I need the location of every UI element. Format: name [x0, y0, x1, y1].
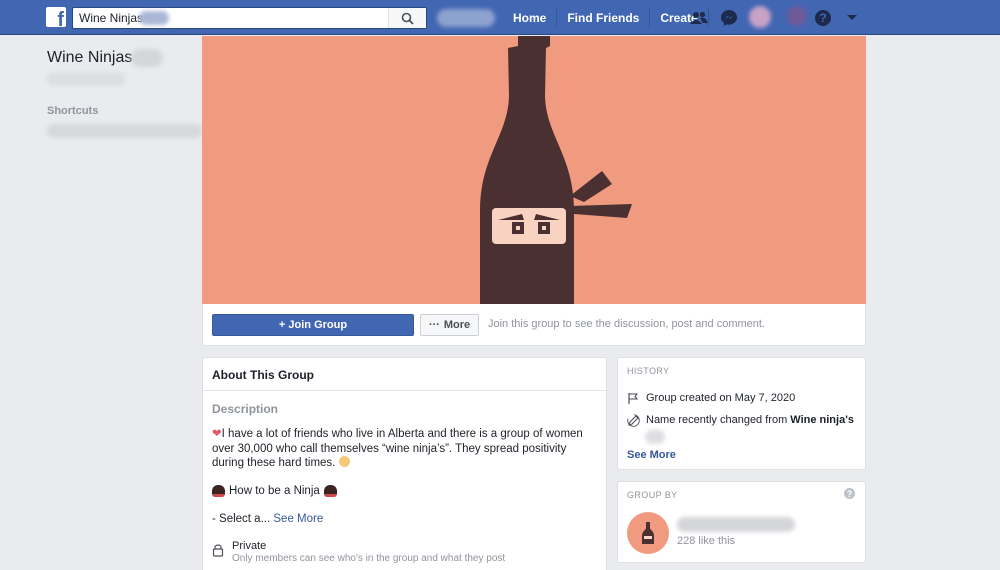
- history-created-row: Group created on May 7, 2020: [627, 392, 795, 405]
- nav-home[interactable]: Home: [503, 0, 556, 35]
- search-icon: [401, 12, 414, 25]
- history-renamed-row: Name recently changed from Wine ninja's: [627, 414, 854, 427]
- redacted-text: [645, 430, 665, 444]
- wine-bottle-icon: [642, 522, 654, 544]
- history-card: HISTORY Group created on May 7, 2020 Nam…: [617, 357, 866, 470]
- ellipsis-icon: ···: [428, 319, 440, 331]
- likes-count: 228 like this: [677, 535, 736, 547]
- ninja-emoji-icon: [323, 485, 337, 497]
- person-emoji-icon: [338, 456, 350, 467]
- notifications-redacted[interactable]: [749, 6, 771, 28]
- flag-icon: [628, 393, 639, 404]
- redacted-text: [139, 11, 169, 25]
- cover-photo: [202, 36, 866, 304]
- search-input[interactable]: [79, 10, 379, 26]
- description-text: ❤I have a lot of friends who live in Alb…: [212, 427, 597, 471]
- search-button[interactable]: [388, 8, 426, 28]
- friends-icon[interactable]: [689, 8, 709, 28]
- more-label: More: [443, 319, 471, 331]
- group-name-text: Wine Ninjas: [47, 49, 133, 66]
- pencil-icon: [627, 414, 640, 427]
- select-text: - Select a...: [212, 513, 271, 525]
- lock-icon: [212, 544, 224, 557]
- ninja-line: How to be a Ninja: [212, 485, 337, 497]
- about-card-title: About This Group: [203, 358, 606, 391]
- group-by-card: GROUP BY ? 228 like this: [617, 481, 866, 563]
- help-icon[interactable]: ?: [813, 8, 833, 28]
- privacy-description: Only members can see who's in the group …: [232, 553, 506, 564]
- join-hint-text: Join this group to see the discussion, p…: [488, 318, 765, 330]
- description-body: I have a lot of friends who live in Albe…: [212, 428, 583, 469]
- renamed-name: Wine ninja's: [790, 414, 854, 426]
- join-group-button[interactable]: + Join Group: [212, 314, 414, 336]
- history-label: HISTORY: [627, 366, 670, 376]
- history-see-more-link[interactable]: See More: [627, 449, 676, 461]
- ninja-line-text: How to be a Ninja: [229, 485, 320, 497]
- messenger-icon[interactable]: [719, 8, 739, 28]
- heart-icon: ❤: [212, 428, 222, 440]
- account-redacted[interactable]: [787, 6, 807, 26]
- about-group-card: About This Group Description ❤I have a l…: [202, 357, 607, 570]
- nav-find-friends[interactable]: Find Friends: [557, 0, 649, 35]
- wine-ninja-bottle-illustration: [480, 36, 632, 304]
- renamed-prefix: Name recently changed from: [646, 414, 791, 426]
- svg-text:?: ?: [819, 11, 826, 25]
- redacted-text: [47, 72, 125, 86]
- shortcut-item-redacted[interactable]: [47, 124, 202, 138]
- ninja-emoji-icon: [212, 485, 225, 497]
- redacted-text: [131, 49, 163, 67]
- top-navigation-bar: f Home Find Friends Create ?: [0, 0, 1000, 35]
- facebook-logo-icon[interactable]: f: [46, 7, 66, 27]
- help-icon[interactable]: ?: [844, 488, 855, 499]
- profile-link-redacted[interactable]: [437, 9, 495, 27]
- description-label: Description: [212, 402, 279, 416]
- group-created-text: Group created on May 7, 2020: [646, 392, 796, 404]
- group-by-label: GROUP BY: [627, 490, 678, 500]
- privacy-title: Private: [232, 540, 267, 552]
- group-action-bar: + Join Group ··· More Join this group to…: [202, 304, 866, 346]
- main-nav: Home Find Friends Create: [503, 0, 709, 35]
- description-truncated: - Select a... See More: [212, 513, 323, 525]
- page-avatar[interactable]: [627, 512, 669, 554]
- more-button[interactable]: ··· More: [420, 314, 479, 336]
- page-name-redacted[interactable]: [677, 517, 795, 532]
- shortcuts-label: Shortcuts: [47, 105, 99, 117]
- see-more-link[interactable]: See More: [273, 513, 323, 525]
- sidebar-group-name[interactable]: Wine Ninjas: [47, 49, 132, 67]
- search-box[interactable]: [72, 7, 427, 29]
- dropdown-arrow-icon[interactable]: [842, 8, 862, 28]
